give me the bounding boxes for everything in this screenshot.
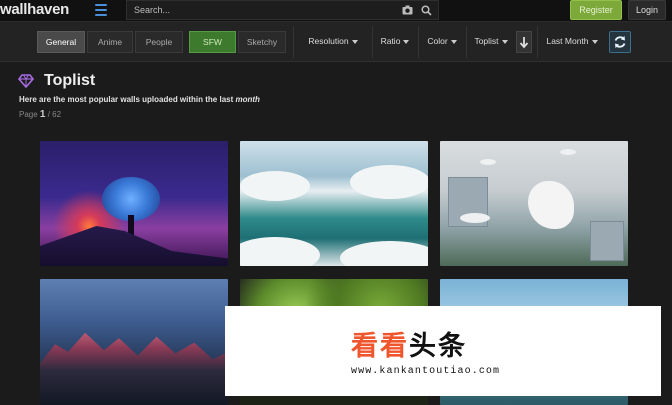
diamond-icon: [18, 74, 34, 89]
bird-shape: [460, 213, 490, 223]
top-header: wallhaven Search... Register Login: [0, 0, 672, 22]
search-placeholder: Search...: [134, 5, 171, 15]
purity-sfw-toggle[interactable]: SFW: [189, 31, 236, 53]
watermark-banner: 看看头条 www.kankantoutiao.com: [225, 306, 661, 396]
mountain-silhouette: [40, 332, 228, 405]
refresh-icon: [614, 36, 626, 48]
search-icon[interactable]: [421, 5, 432, 16]
page-title: Toplist: [44, 72, 96, 89]
color-label: Color: [427, 36, 448, 46]
sorting-dropdown[interactable]: Toplist: [470, 31, 512, 53]
sort-order-button[interactable]: [516, 31, 532, 53]
subtitle-text: Here are the most popular walls uploaded…: [19, 95, 234, 104]
refresh-button[interactable]: [609, 31, 631, 53]
sorting-label: Toplist: [474, 36, 499, 46]
color-dropdown[interactable]: Color: [422, 31, 462, 53]
watermark-cn-orange: 看看: [351, 331, 409, 361]
category-anime-toggle[interactable]: Anime: [87, 31, 133, 53]
caret-down-icon: [501, 39, 508, 44]
wallpaper-thumbnail[interactable]: [40, 279, 228, 405]
watermark-logo: 看看头条: [351, 324, 467, 363]
page-subtitle: Here are the most popular walls uploaded…: [19, 95, 260, 104]
page-indicator: Page 1 / 62: [19, 109, 61, 120]
divider: [372, 26, 373, 58]
resolution-dropdown[interactable]: Resolution: [298, 31, 368, 53]
subtitle-period: month: [235, 95, 260, 104]
page-total: / 62: [47, 110, 62, 119]
login-button[interactable]: Login: [628, 0, 666, 20]
divider: [293, 26, 294, 58]
toprange-label: Last Month: [546, 36, 589, 46]
site-logo[interactable]: wallhaven: [0, 1, 69, 18]
category-people-toggle[interactable]: People: [135, 31, 183, 53]
page-current: 1: [39, 109, 46, 120]
register-button[interactable]: Register: [570, 0, 622, 20]
camera-icon[interactable]: [402, 5, 413, 15]
purity-sketchy-toggle[interactable]: Sketchy: [238, 31, 286, 53]
caret-down-icon: [450, 39, 457, 44]
cloud-shape: [240, 171, 310, 201]
building-shape: [590, 221, 624, 261]
ratio-label: Ratio: [380, 36, 401, 46]
caret-down-icon: [591, 39, 598, 44]
divider: [466, 26, 467, 58]
ratio-dropdown[interactable]: Ratio: [376, 31, 414, 53]
category-general-toggle[interactable]: General: [37, 31, 85, 53]
bird-shape: [560, 149, 576, 155]
resolution-label: Resolution: [308, 36, 349, 46]
watermark-cn-black: 头条: [409, 331, 467, 361]
search-input[interactable]: Search...: [126, 0, 439, 20]
wallpaper-thumbnail[interactable]: [440, 141, 628, 266]
filter-bar: General Anime People SFW Sketchy Resolut…: [0, 22, 672, 62]
toprange-dropdown[interactable]: Last Month: [541, 31, 603, 53]
divider: [537, 26, 538, 58]
page-label: Page: [19, 110, 38, 119]
watermark-url: www.kankantoutiao.com: [351, 366, 501, 377]
cloud-shape: [340, 241, 428, 266]
hill-silhouette: [40, 226, 228, 266]
cloud-shape: [240, 237, 320, 266]
divider: [418, 26, 419, 58]
caret-down-icon: [351, 39, 358, 44]
arrow-down-icon: [519, 37, 529, 49]
hamburger-menu-icon[interactable]: [92, 2, 112, 18]
cloud-shape: [350, 165, 428, 199]
wallpaper-thumbnail[interactable]: [240, 141, 428, 266]
bird-shape: [480, 159, 496, 165]
wallpaper-thumbnail[interactable]: [40, 141, 228, 266]
figure-shape: [528, 181, 574, 229]
caret-down-icon: [403, 39, 410, 44]
